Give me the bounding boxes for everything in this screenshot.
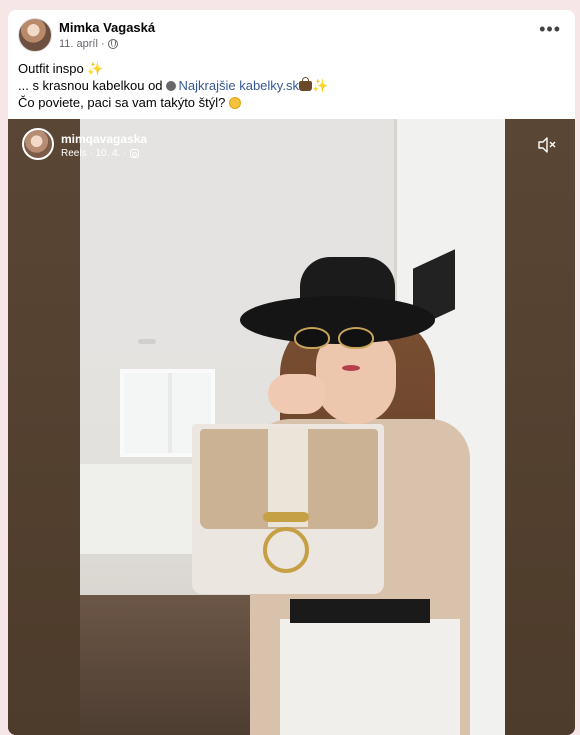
wink-emoji-icon: [229, 97, 241, 109]
verified-badge-icon: [165, 81, 176, 91]
post-caption: Outfit inspo ✨ ... s krasnou kabelkou od…: [18, 60, 558, 111]
sunglasses-lens-right: [338, 327, 374, 349]
scene-lamp: [138, 339, 156, 344]
sparkle-emoji-2: ✨: [311, 78, 329, 93]
caption-line-2: ... s krasnou kabelkou od Najkrajšie kabe…: [18, 77, 558, 94]
person-belt: [290, 599, 430, 623]
reel-meta: Reels · 10. 4. ·: [61, 148, 139, 159]
post-meta: 11. apríl ·: [59, 38, 118, 50]
reel-video[interactable]: mimqavagaska Reels · 10. 4. ·: [8, 119, 575, 735]
post-header: Mimka Vagaská 11. apríl · •••: [8, 10, 575, 60]
reel-author-avatar[interactable]: [22, 128, 54, 160]
sunglasses-lens-left: [294, 327, 330, 349]
caption-text-3: Čo poviete, paci sa vam takýto štýl?: [18, 95, 226, 110]
handbag-emoji-icon: [298, 77, 312, 91]
person-skirt: [280, 619, 460, 735]
globe-icon: [107, 39, 118, 49]
person-lips: [342, 365, 360, 371]
caption-text-1: Outfit inspo: [18, 61, 84, 76]
video-letterbox-right: [505, 119, 575, 735]
post-card: Mimka Vagaská 11. apríl · ••• Outfit ins…: [8, 10, 575, 735]
author-name[interactable]: Mimka Vagaská: [59, 20, 155, 35]
reel-author-name[interactable]: mimqavagaska: [61, 132, 147, 146]
sparkle-emoji: ✨: [87, 61, 104, 76]
instagram-icon: [129, 149, 139, 158]
video-letterbox-left: [8, 119, 80, 735]
more-options-icon[interactable]: •••: [539, 20, 561, 38]
speaker-muted-icon[interactable]: [537, 137, 557, 153]
caption-text-2: ... s krasnou kabelkou od: [18, 78, 163, 93]
scene-kitchen: [80, 464, 200, 554]
reel-meta-text: Reels · 10. 4. ·: [61, 148, 127, 159]
caption-line-1: Outfit inspo ✨: [18, 60, 558, 77]
meta-separator: ·: [100, 38, 105, 50]
handbag-clasp: [263, 512, 309, 522]
post-date[interactable]: 11. apríl: [59, 38, 98, 50]
person-hand: [268, 374, 326, 414]
caption-line-3: Čo poviete, paci sa vam takýto štýl?: [18, 94, 558, 111]
handbag-ring: [263, 527, 309, 573]
sunglasses: [294, 327, 376, 351]
author-avatar[interactable]: [18, 18, 52, 52]
video-frame[interactable]: [80, 119, 505, 735]
page-mention-link[interactable]: Najkrajšie kabelky.sk: [179, 78, 299, 93]
